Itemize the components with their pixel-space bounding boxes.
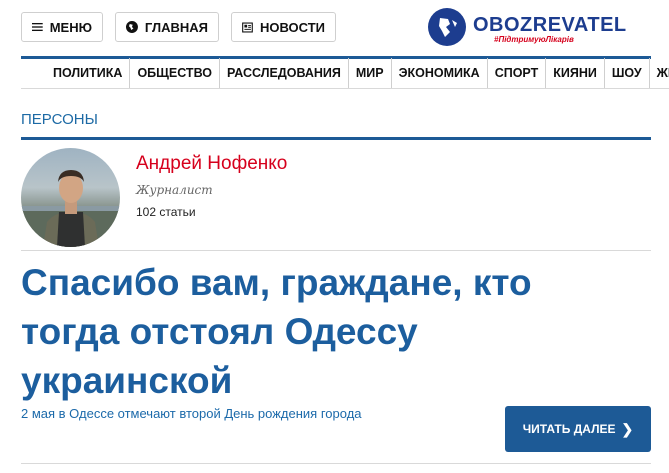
nav-item-world[interactable]: МИР (347, 58, 391, 88)
logo-globe-icon (428, 8, 466, 46)
site-logo[interactable]: OBOZREVATEL #ПідтримуюЛікарів (428, 8, 626, 48)
nav-item-show[interactable]: ШОУ (603, 58, 649, 88)
author-avatar[interactable] (21, 148, 120, 247)
author-name[interactable]: Андрей Нофенко (136, 153, 287, 175)
article-title[interactable]: Спасибо вам, граждане, кто тогда отстоял… (21, 258, 621, 405)
nav-item-women[interactable]: ЖЕНСК (648, 58, 669, 88)
author-article-count: 102 статьи (136, 205, 196, 219)
news-label: НОВОСТИ (259, 19, 325, 35)
hamburger-icon (32, 22, 43, 32)
category-nav: ПОЛИТИКА ОБЩЕСТВО РАССЛЕДОВАНИЯ МИР ЭКОНОМИК… (21, 58, 669, 89)
author-role: Журналист (136, 183, 213, 197)
article-lead: 2 мая в Одессе отмечают второй День рожд… (21, 406, 362, 421)
divider (21, 250, 651, 251)
newspaper-icon (242, 21, 253, 33)
nav-item-kyiany[interactable]: КИЯНИ (545, 58, 604, 88)
bottom-divider (21, 463, 651, 464)
section-divider (21, 137, 651, 140)
nav-item-investigations[interactable]: РАССЛЕДОВАНИЯ (219, 58, 348, 88)
read-more-label: ЧИТАТЬ ДАЛЕЕ (522, 422, 616, 436)
home-label: ГЛАВНАЯ (144, 19, 208, 35)
menu-label: МЕНЮ (49, 19, 92, 35)
logo-tagline: #ПідтримуюЛікарів (494, 35, 574, 44)
chevron-right-icon: ❯ (621, 420, 634, 437)
home-button[interactable]: ГЛАВНАЯ (115, 12, 219, 42)
logo-text: OBOZREVATEL (473, 14, 627, 36)
menu-button[interactable]: МЕНЮ (21, 12, 103, 42)
top-bar: МЕНЮ ГЛАВНАЯ НОВОСТИ OBOZREVATEL #Підтри… (0, 0, 669, 56)
nav-item-sport[interactable]: СПОРТ (486, 58, 546, 88)
section-title[interactable]: ПЕРСОНЫ (21, 111, 98, 128)
nav-item-economy[interactable]: ЭКОНОМИКА (390, 58, 487, 88)
read-more-button[interactable]: ЧИТАТЬ ДАЛЕЕ ❯ (505, 406, 651, 452)
news-button[interactable]: НОВОСТИ (231, 12, 336, 42)
nav-item-society[interactable]: ОБЩЕСТВО (129, 58, 219, 88)
nav-item-politics[interactable]: ПОЛИТИКА (21, 58, 129, 88)
globe-icon (126, 21, 138, 33)
